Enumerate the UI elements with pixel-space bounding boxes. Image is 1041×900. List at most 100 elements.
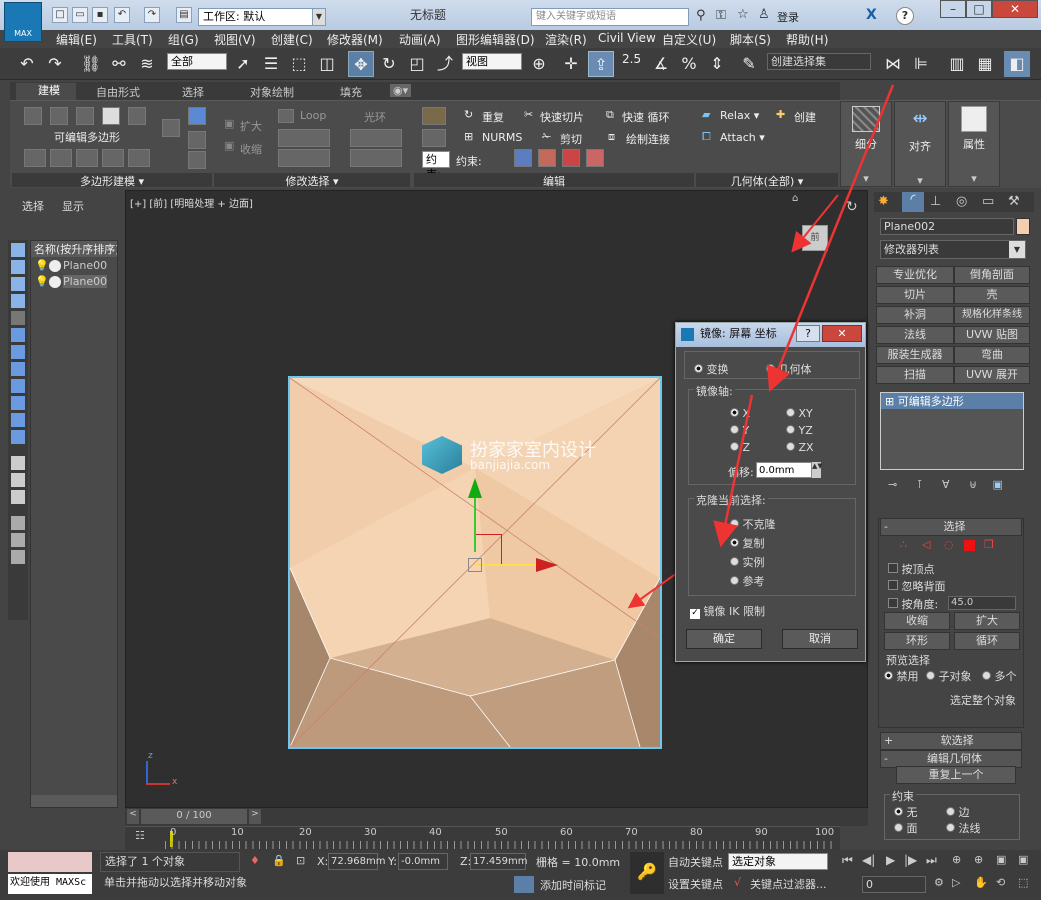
axis-x-radio[interactable]: X (730, 407, 750, 420)
explorer-tab-select[interactable]: 选择 (22, 198, 44, 214)
display-frozen-icon[interactable] (11, 413, 25, 427)
loop-shift-icon[interactable] (278, 149, 330, 167)
modifier-button[interactable]: 法线 (876, 326, 954, 344)
relax-icon[interactable]: ▰ (702, 108, 710, 121)
time-slider[interactable]: < 0 / 100 > (125, 808, 868, 826)
goto-end-icon[interactable]: ⏭ (926, 853, 937, 868)
use-displacement-icon[interactable] (102, 149, 124, 167)
workspace-dropdown-arrow-icon[interactable]: ▼ (312, 8, 326, 26)
swiftloop-button[interactable]: 快速 循环 (622, 109, 670, 125)
snap-toggle-icon[interactable]: 2.5 (622, 52, 641, 66)
by-angle-checkbox[interactable]: 按角度: (888, 596, 938, 612)
menu-help[interactable]: 帮助(H) (786, 31, 828, 48)
vertex-level-icon[interactable]: ∴ (900, 538, 907, 551)
ring-grow-shrink-icon[interactable] (350, 129, 402, 147)
maximize-viewport-icon[interactable]: ⬚ (1018, 876, 1028, 889)
next-frame-icon[interactable]: > (249, 809, 261, 824)
pin-stack-icon[interactable]: ⊸ (888, 478, 897, 491)
shrink-button[interactable]: 收缩 (240, 141, 262, 157)
scene-explorer-icon[interactable]: ◧ (1004, 51, 1030, 77)
selection-lock-icon[interactable]: 🔒 (272, 854, 286, 867)
window-crossing-icon[interactable]: ◫ (314, 51, 340, 77)
reference-coordinate-dropdown[interactable]: 视图 (462, 53, 522, 70)
key-filters-button[interactable]: 关键点过滤器... (750, 876, 827, 892)
pin-stack-icon[interactable] (162, 119, 180, 137)
modify-tab-icon[interactable]: ◜ (902, 192, 924, 212)
minimize-button[interactable]: – (940, 0, 966, 18)
freeze-icon[interactable] (49, 260, 61, 272)
layer-explorer-icon[interactable] (11, 550, 25, 564)
angle-input[interactable]: 45.0 (948, 596, 1016, 610)
group-poly-modeling[interactable]: 多边形建模 ▾ (12, 173, 212, 188)
display-cameras-icon[interactable] (11, 294, 25, 308)
play-icon[interactable]: ▶ (886, 853, 895, 867)
display-shapes-icon[interactable] (11, 260, 25, 274)
y-coord-input[interactable]: -0.0mm (398, 853, 448, 870)
nurms-icon[interactable]: ⊞ (464, 130, 473, 143)
save-file-icon[interactable]: ▪ (92, 7, 108, 23)
display-spacewarps-icon[interactable] (11, 328, 25, 342)
menu-tools[interactable]: 工具(T) (112, 31, 153, 48)
grow-button[interactable]: 扩大 (240, 118, 262, 134)
constraint-count-spinner[interactable]: 约束: (422, 151, 450, 181)
modifier-button[interactable]: 切片 (876, 286, 954, 304)
tab-populate[interactable]: 填充 (340, 84, 362, 100)
cancel-button[interactable]: 取消 (782, 629, 858, 649)
mirror-ik-checkbox[interactable]: ✓ 镜像 IK 限制 (690, 603, 765, 619)
preserve-uv-icon[interactable] (24, 149, 46, 167)
repeat-button[interactable]: 重复 (482, 109, 504, 125)
align-dropdown-icon[interactable]: ▾ (895, 174, 945, 187)
select-rotate-icon[interactable]: ↻ (376, 51, 402, 77)
motion-tab-icon[interactable]: ◎ (956, 194, 967, 209)
shrink-icon[interactable]: ▣ (224, 139, 234, 152)
display-containers-icon[interactable] (11, 396, 25, 410)
utilities-tab-icon[interactable]: ⚒ (1008, 194, 1020, 209)
constraint-none-icon[interactable] (514, 149, 532, 167)
menu-customize[interactable]: 自定义(U) (662, 31, 716, 48)
preview-subobj-radio[interactable]: 子对象 (926, 668, 972, 684)
zoom-all-icon[interactable]: ⊕ (974, 853, 983, 866)
app-logo-button[interactable]: MAX (4, 2, 42, 42)
keyboard-shortcut-icon[interactable]: ⇪ (588, 51, 614, 77)
previous-modifier-icon[interactable] (188, 151, 206, 169)
border-mode-icon[interactable] (76, 107, 94, 125)
undo-icon[interactable]: ↶ (114, 7, 130, 23)
create-tab-icon[interactable]: ✸ (878, 194, 889, 209)
display-hidden-icon[interactable] (11, 430, 25, 444)
close-window-button[interactable]: ✕ (992, 0, 1038, 18)
modifier-button[interactable]: 弯曲 (954, 346, 1030, 364)
hierarchy-tab-icon[interactable]: ⊥ (930, 194, 941, 209)
swiftloop-icon[interactable]: ⧉ (606, 108, 614, 122)
menu-graph-editors[interactable]: 图形编辑器(D) (456, 31, 535, 48)
redo-icon[interactable]: ↷ (144, 7, 160, 23)
menu-modifiers[interactable]: 修改器(M) (327, 31, 383, 48)
menu-scripting[interactable]: 脚本(S) (730, 31, 771, 48)
field-of-view-icon[interactable]: ▷ (952, 876, 960, 889)
no-clone-radio[interactable]: 不克隆 (730, 516, 776, 532)
filter-funnel-icon[interactable] (11, 516, 25, 530)
binoculars-icon[interactable]: ⚲ (696, 8, 706, 23)
select-scale-icon[interactable]: ◰ (404, 51, 430, 77)
zoom-icon[interactable]: ⊕ (952, 853, 961, 866)
angle-snap-icon[interactable]: ∡ (648, 51, 674, 77)
spinner-snap-icon[interactable]: ⇕ (704, 51, 730, 77)
create-icon[interactable]: ✚ (776, 108, 785, 121)
subscription-icon[interactable]: ⚿ (716, 8, 726, 23)
group-geometry-all[interactable]: 几何体(全部) ▾ (696, 173, 838, 188)
prev-frame-icon[interactable]: < (127, 809, 139, 824)
stack-item[interactable]: ⊞ 可编辑多边形 (881, 393, 1023, 409)
modifier-button[interactable]: 壳 (954, 286, 1030, 304)
display-invert-icon[interactable] (11, 490, 25, 504)
layer-manager-icon[interactable]: ▥ (944, 51, 970, 77)
axis-zx-radio[interactable]: ZX (786, 441, 814, 454)
show-end-result-icon[interactable] (128, 149, 150, 167)
lightbulb-icon[interactable]: 💡 (35, 259, 49, 272)
loop-button[interactable]: Loop (300, 109, 326, 122)
zoom-extents-all-icon[interactable]: ▣ (1018, 853, 1028, 866)
relax-button[interactable]: Relax ▾ (720, 109, 759, 122)
constraint-normal-radio[interactable]: 法线 (946, 820, 981, 836)
login-link[interactable]: 登录 (777, 9, 799, 25)
ignore-backfacing-checkbox[interactable]: 忽略背面 (888, 578, 946, 594)
new-file-icon[interactable]: □ (52, 7, 68, 23)
group-modify-selection[interactable]: 修改选择 ▾ (214, 173, 410, 188)
